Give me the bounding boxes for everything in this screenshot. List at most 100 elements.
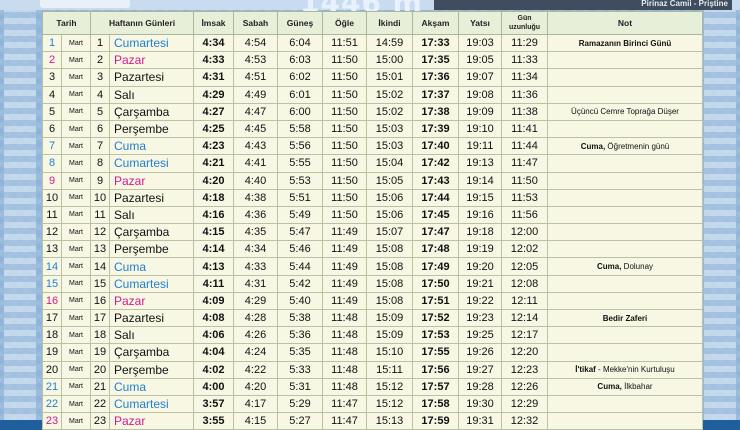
day-length: 11:44 (501, 137, 548, 156)
weekday: Pazartesi (109, 68, 194, 87)
note-subtext: - Mekke'nin Kurtuluşu (595, 365, 675, 375)
ogle-time: 11:49 (322, 257, 367, 276)
sabah-time: 4:24 (233, 343, 278, 362)
sabah-time: 4:22 (233, 360, 278, 379)
ogle-time: 11:48 (322, 308, 367, 328)
day-index: 19 (90, 343, 110, 362)
gunes-time: 5:56 (277, 137, 323, 156)
gunes-time: 5:33 (277, 360, 323, 379)
weekday: Çarşamba (109, 102, 194, 121)
gunes-time: 5:46 (277, 240, 323, 259)
left-ornament-border (4, 10, 36, 420)
date-number: 20 (42, 360, 62, 379)
weekday: Pazartesi (109, 188, 194, 207)
imsak-time: 4:13 (193, 257, 234, 276)
date-number: 1 (42, 33, 62, 53)
ikindi-time: 15:03 (366, 137, 413, 156)
month: Mart (61, 33, 91, 53)
ikindi-time: 15:03 (366, 119, 413, 139)
date-number: 5 (42, 102, 62, 121)
aksam-time: 17:44 (412, 188, 459, 207)
month: Mart (61, 171, 91, 190)
gunes-time: 5:44 (277, 257, 323, 276)
month: Mart (61, 205, 91, 225)
ikindi-time: 15:02 (366, 85, 413, 104)
ogle-time: 11:50 (322, 154, 367, 173)
aksam-time: 17:47 (412, 223, 459, 242)
sabah-time: 4:51 (233, 68, 278, 87)
note-cell (547, 223, 703, 242)
sabah-time: 4:35 (233, 223, 278, 242)
gunes-time: 5:29 (277, 394, 323, 414)
col-sabah: Sabah (233, 11, 278, 35)
month: Mart (61, 308, 91, 328)
aksam-time: 17:35 (412, 51, 459, 70)
aksam-time: 17:37 (412, 85, 459, 104)
table-row: 22 Mart 22 Cumartesi 3:57 4:17 5:29 11:47 15:12 1… (42, 394, 703, 414)
day-length: 12:00 (501, 223, 548, 242)
aksam-time: 17:36 (412, 68, 459, 87)
imsak-time: 4:14 (193, 240, 234, 259)
day-length: 11:38 (501, 102, 548, 121)
aksam-time: 17:49 (412, 257, 459, 276)
gunes-time: 6:04 (277, 33, 323, 53)
date-number: 19 (42, 343, 62, 362)
day-index: 12 (90, 223, 110, 242)
imsak-time: 4:20 (193, 171, 234, 190)
imsak-time: 4:09 (193, 291, 234, 311)
sabah-time: 4:17 (233, 394, 278, 414)
note-subtext: Öğretmenin günü (605, 141, 670, 151)
table-row: 14 Mart 14 Cuma 4:13 4:33 5:44 11:49 15:08 17:49 1… (42, 257, 703, 276)
gunes-time: 5:38 (277, 308, 323, 328)
gunes-time: 6:02 (277, 68, 323, 87)
day-index: 8 (90, 154, 110, 173)
day-length: 11:33 (501, 51, 548, 70)
date-number: 15 (42, 274, 62, 293)
imsak-time: 4:08 (193, 308, 234, 328)
aksam-time: 17:39 (412, 119, 459, 139)
imsak-time: 4:04 (193, 343, 234, 362)
caption-text: Pirinaz Camii - Priştine (641, 0, 728, 8)
imsak-time: 4:27 (193, 102, 234, 121)
sabah-time: 4:29 (233, 291, 278, 311)
weekday: Çarşamba (109, 343, 194, 362)
note-cell: Cuma, İlkbahar (547, 377, 703, 396)
sabah-time: 4:26 (233, 326, 278, 345)
note-cell: Bedir Zaferi (547, 308, 703, 328)
month: Mart (61, 377, 91, 396)
note-subtext: Dolunay (621, 262, 654, 272)
note-cell: Üçüncü Cemre Toprağa Düşer (547, 102, 703, 121)
ikindi-time: 15:13 (366, 412, 413, 430)
ogle-time: 11:50 (322, 102, 367, 121)
weekday: Salı (109, 85, 194, 104)
ikindi-time: 15:07 (366, 223, 413, 242)
imsak-time: 4:00 (193, 377, 234, 396)
day-index: 23 (90, 412, 110, 430)
note-cell (547, 171, 703, 190)
imsak-time: 4:18 (193, 188, 234, 207)
date-number: 13 (42, 240, 62, 259)
gunes-time: 6:03 (277, 51, 323, 70)
sabah-time: 4:43 (233, 137, 278, 156)
table-row: 11 Mart 11 Salı 4:16 4:36 5:49 11:50 15:06 17:45 1… (42, 205, 703, 225)
weekday: Perşembe (109, 240, 194, 259)
table-row: 5 Mart 5 Çarşamba 4:27 4:47 6:00 11:50 15:02 17:3… (42, 102, 703, 121)
weekday: Cumartesi (109, 154, 194, 173)
table-row: 2 Mart 2 Pazar 4:33 4:53 6:03 11:50 15:00 17:35 19… (42, 51, 703, 70)
day-length: 12:32 (501, 412, 548, 430)
month: Mart (61, 326, 91, 345)
note-cell (547, 412, 703, 430)
date-number: 11 (42, 205, 62, 225)
note-cell: Cuma, Öğretmenin günü (547, 137, 703, 156)
ogle-time: 11:48 (322, 326, 367, 345)
date-number: 12 (42, 223, 62, 242)
gunes-time: 5:51 (277, 188, 323, 207)
col-gunler: Haftanın Günleri (90, 11, 194, 35)
day-length: 12:29 (501, 394, 548, 414)
gunes-time: 6:01 (277, 85, 323, 104)
sabah-time: 4:20 (233, 377, 278, 396)
table-header: Tarih Haftanın Günleri İmsak Sabah Güneş… (42, 11, 703, 35)
note-text: İ'tikaf (575, 365, 596, 375)
day-length: 11:41 (501, 119, 548, 139)
day-index: 10 (90, 188, 110, 207)
